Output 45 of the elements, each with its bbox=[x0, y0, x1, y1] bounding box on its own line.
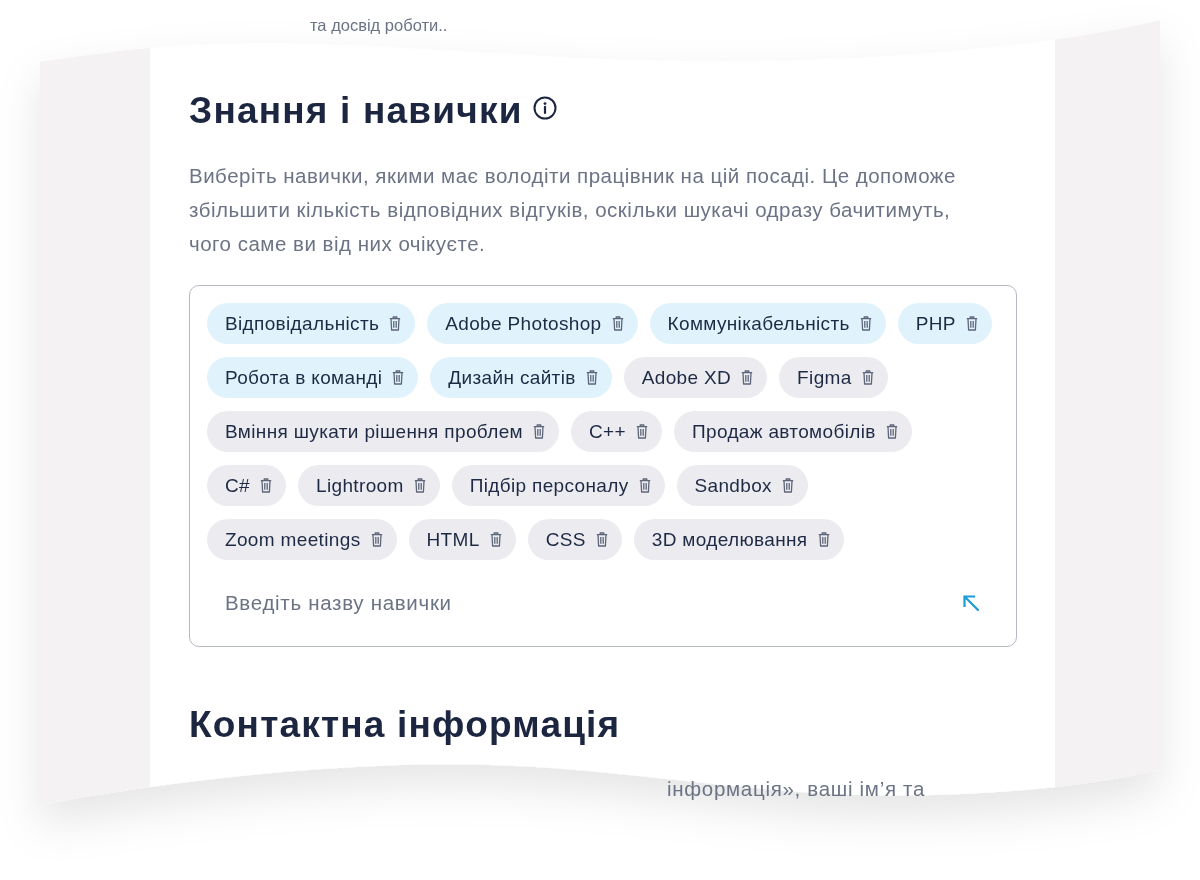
trash-icon[interactable] bbox=[885, 424, 898, 439]
skill-chip[interactable]: C++ bbox=[571, 411, 662, 452]
skill-chip[interactable]: Adobe Photoshop bbox=[427, 303, 638, 344]
skill-chip[interactable]: Adobe XD bbox=[623, 357, 768, 398]
skill-chip[interactable]: Sandbox bbox=[676, 465, 808, 506]
info-icon[interactable] bbox=[532, 96, 557, 120]
cut-off-text: та досвід роботи.. bbox=[310, 15, 448, 36]
section-title: Контактна інформація bbox=[189, 703, 622, 747]
trash-icon[interactable] bbox=[489, 532, 502, 547]
section-description: Виберіть навички, якими має володіти працівник на цій посаді. Це допоможе збільшити кількість відповідних відгуків, оскільки шукачі одразу бачитимуть, чого саме ви від них очікуєте. bbox=[189, 163, 957, 257]
cut-off-text: інформація», ваші ім’я та bbox=[667, 777, 926, 801]
trash-icon[interactable] bbox=[861, 370, 874, 385]
skill-chip[interactable]: Figma bbox=[779, 357, 888, 398]
trash-icon[interactable] bbox=[741, 370, 754, 385]
skill-chip[interactable]: Lightroom bbox=[298, 465, 440, 506]
skill-chip[interactable]: PHP bbox=[897, 303, 992, 344]
skill-chip[interactable]: HTML bbox=[408, 519, 516, 560]
skill-chip[interactable]: CSS bbox=[527, 519, 622, 560]
trash-icon[interactable] bbox=[260, 478, 272, 493]
trash-icon[interactable] bbox=[389, 316, 402, 331]
trash-icon[interactable] bbox=[370, 532, 383, 547]
skill-chip[interactable]: Відповідальність bbox=[207, 303, 416, 344]
trash-icon[interactable] bbox=[585, 370, 598, 385]
skill-chip[interactable]: Дизайн сайтів bbox=[430, 357, 612, 398]
trash-icon[interactable] bbox=[595, 532, 608, 547]
skill-chip[interactable]: Продаж автомобілів bbox=[673, 411, 912, 452]
skill-chip[interactable]: Zoom meetings bbox=[207, 519, 397, 560]
section-title: Знання і навички bbox=[189, 89, 523, 133]
trash-icon[interactable] bbox=[638, 478, 651, 493]
trash-icon[interactable] bbox=[635, 424, 648, 439]
skill-chip[interactable]: Вміння шукати рішення проблем bbox=[207, 411, 559, 452]
skill-chip[interactable]: Робота в команді bbox=[207, 357, 419, 398]
arrow-up-left-icon[interactable] bbox=[963, 595, 979, 611]
trash-icon[interactable] bbox=[392, 370, 405, 385]
skill-chip[interactable]: Підбір персоналу bbox=[451, 465, 665, 506]
trash-icon[interactable] bbox=[817, 532, 830, 547]
trash-icon[interactable] bbox=[533, 424, 545, 439]
skill-input[interactable]: Введіть назву навички bbox=[225, 583, 963, 623]
trash-icon[interactable] bbox=[611, 316, 624, 331]
trash-icon[interactable] bbox=[782, 478, 794, 493]
trash-icon[interactable] bbox=[413, 478, 426, 493]
skill-chip[interactable]: Коммунікабельність bbox=[649, 303, 886, 344]
trash-icon[interactable] bbox=[965, 316, 978, 331]
trash-icon[interactable] bbox=[859, 316, 872, 331]
skill-chip[interactable]: 3D моделювання bbox=[633, 519, 844, 560]
